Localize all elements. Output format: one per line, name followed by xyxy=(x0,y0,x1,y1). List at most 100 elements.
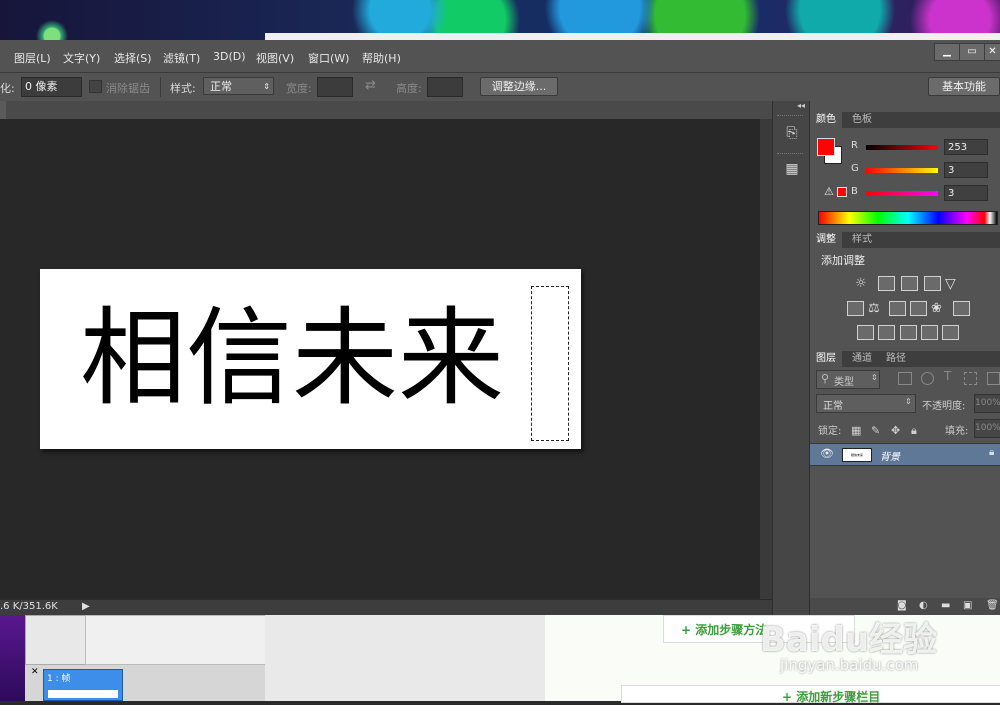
menu-filter[interactable]: 滤镜(T) xyxy=(163,50,200,66)
invert-icon[interactable] xyxy=(857,325,874,340)
frame-thumbnail xyxy=(48,690,118,698)
lock-paint-icon[interactable]: ✎ xyxy=(871,424,880,437)
brightness-icon[interactable]: ☼ xyxy=(855,276,870,291)
height-input[interactable] xyxy=(427,77,463,97)
canvas-text-layer: 相信未来 xyxy=(80,297,504,420)
close-icon[interactable]: ✕ xyxy=(31,667,39,677)
lock-move-icon[interactable]: ✥ xyxy=(891,424,900,437)
document-tab[interactable] xyxy=(0,101,6,119)
frame-1[interactable]: 1 : 帧 xyxy=(43,669,123,701)
web-content-area: + 添加步骤方法 + 添加新步骤栏目 xyxy=(545,615,1000,704)
style-label: 样式: xyxy=(170,82,196,95)
filter-pixel-icon[interactable] xyxy=(898,372,912,385)
trash-icon[interactable]: 🗑︎ xyxy=(986,600,999,611)
vertical-scrollbar[interactable] xyxy=(760,119,772,599)
menu-help[interactable]: 帮助(H) xyxy=(362,50,401,66)
color-lookup-icon[interactable] xyxy=(953,301,970,316)
filter-smart-icon[interactable] xyxy=(987,372,1000,385)
layer-thumbnail: 相信未来 xyxy=(842,448,872,462)
color-spectrum-bar[interactable] xyxy=(818,211,998,225)
fill-input[interactable]: 100% xyxy=(974,419,1000,438)
tab-swatches[interactable]: 色板 xyxy=(846,112,878,128)
photo-filter-icon[interactable] xyxy=(910,301,927,316)
gradient-map-icon[interactable] xyxy=(942,325,959,340)
add-mask-icon[interactable]: ◙ xyxy=(897,600,907,611)
new-group-icon[interactable]: ▬ xyxy=(941,600,950,611)
lock-all-icon[interactable]: 🔒︎ xyxy=(911,424,917,438)
dock-grip[interactable] xyxy=(777,153,803,156)
color-balance-icon[interactable]: ⚖ xyxy=(868,301,883,316)
new-layer-icon[interactable]: ▣ xyxy=(963,600,972,611)
b-value[interactable]: 3 xyxy=(944,185,988,201)
refine-edge-button[interactable]: 调整边缘... xyxy=(480,77,558,96)
history-icon[interactable]: ⎘ xyxy=(782,125,802,145)
channel-mixer-icon[interactable]: ❀ xyxy=(931,301,946,316)
layer-name[interactable]: 背景 xyxy=(880,448,900,463)
exposure-icon[interactable] xyxy=(924,276,941,291)
close-button[interactable]: ✕ xyxy=(984,43,1000,61)
menu-view[interactable]: 视图(V) xyxy=(256,50,294,66)
menu-window[interactable]: 窗口(W) xyxy=(308,50,349,66)
menu-3d[interactable]: 3D(D) xyxy=(213,50,246,63)
opacity-input[interactable]: 100% xyxy=(974,394,1000,413)
vibrance-icon[interactable]: ▽ xyxy=(945,276,960,292)
tab-paths[interactable]: 路径 xyxy=(880,351,912,367)
swap-icon[interactable]: ⇄ xyxy=(365,78,376,93)
lock-transparent-icon[interactable]: ▦ xyxy=(851,424,861,437)
selective-color-icon[interactable] xyxy=(921,325,938,340)
filter-shape-icon[interactable] xyxy=(964,372,977,385)
menu-type[interactable]: 文字(Y) xyxy=(63,50,100,66)
options-bar: 化: 0 像素 消除锯齿 样式: 正常 ⇕ 宽度: ⇄ 高度: 调整边缘... … xyxy=(0,73,1000,102)
layer-filter-select[interactable]: ⚲ 类型 ⇕ xyxy=(816,370,880,389)
tab-layers[interactable]: 图层 xyxy=(810,351,842,367)
add-method-label: + 添加步骤方法 xyxy=(681,623,768,637)
tab-color[interactable]: 颜色 xyxy=(810,112,842,128)
tab-channels[interactable]: 通道 xyxy=(846,351,878,367)
layer-row-background[interactable]: 👁︎ 相信未来 背景 🔒︎ xyxy=(810,443,1000,466)
workspace-button[interactable]: 基本功能 xyxy=(928,77,1000,96)
restore-button[interactable]: ▭ xyxy=(959,43,985,61)
status-menu-arrow-icon[interactable]: ▶ xyxy=(82,601,90,612)
width-input[interactable] xyxy=(317,77,353,97)
new-adjustment-icon[interactable]: ◐ xyxy=(919,600,928,611)
foreground-color-swatch[interactable] xyxy=(817,138,835,156)
antialias-checkbox[interactable] xyxy=(89,80,102,93)
posterize-icon[interactable] xyxy=(878,325,895,340)
properties-icon[interactable]: ▦ xyxy=(782,161,802,181)
style-select[interactable]: 正常 ⇕ xyxy=(203,77,274,95)
menu-layer[interactable]: 图层(L) xyxy=(14,50,51,66)
minimize-button[interactable]: ▁ xyxy=(934,43,960,61)
black-white-icon[interactable] xyxy=(889,301,906,316)
tab-styles[interactable]: 样式 xyxy=(846,232,878,248)
bottom-desktop: ✕ 1 : 帧 + 添加步骤方法 + 添加新步骤栏目 xyxy=(0,615,1000,704)
hue-saturation-icon[interactable] xyxy=(847,301,864,316)
gamut-swatch[interactable] xyxy=(837,187,847,197)
collapse-icon[interactable]: ◂◂ xyxy=(797,101,805,110)
menu-select[interactable]: 选择(S) xyxy=(114,50,152,66)
blend-mode-select[interactable]: 正常 ⇕ xyxy=(816,394,916,413)
timeline-panel xyxy=(25,615,87,665)
panels-column: 颜色 色板 R 253 G 3 ⚠ B 3 调整 样式 添加调整 ☼ ▽ ⚖ ❀… xyxy=(809,101,1000,615)
filter-type-icon[interactable]: T xyxy=(944,369,951,383)
chevron-updown-icon: ⇕ xyxy=(263,82,270,91)
dock-grip[interactable] xyxy=(777,115,803,118)
feather-input[interactable]: 0 像素 xyxy=(21,77,82,97)
add-method-button[interactable]: + 添加步骤方法 xyxy=(663,615,855,643)
add-new-step-button[interactable]: + 添加新步骤栏目 xyxy=(621,685,1000,704)
chevron-updown-icon: ⇕ xyxy=(905,397,912,406)
gamut-warning-icon[interactable]: ⚠ xyxy=(824,185,834,198)
menu-bar: 图层(L) 文字(Y) 选择(S) 滤镜(T) 3D(D) 视图(V) 窗口(W… xyxy=(0,40,1000,73)
separator xyxy=(160,77,161,97)
eye-icon[interactable]: 👁︎ xyxy=(820,447,834,460)
g-value[interactable]: 3 xyxy=(944,162,988,178)
levels-icon[interactable] xyxy=(878,276,895,291)
marquee-selection[interactable] xyxy=(531,286,569,441)
tab-adjustments[interactable]: 调整 xyxy=(810,232,842,248)
r-value[interactable]: 253 xyxy=(944,139,988,155)
curves-icon[interactable] xyxy=(901,276,918,291)
threshold-icon[interactable] xyxy=(900,325,917,340)
filter-adjust-icon[interactable] xyxy=(921,372,934,385)
frame-label: 1 : 帧 xyxy=(47,674,71,684)
document-canvas[interactable]: 相信未来 xyxy=(40,269,581,449)
b-label: B xyxy=(851,186,858,197)
